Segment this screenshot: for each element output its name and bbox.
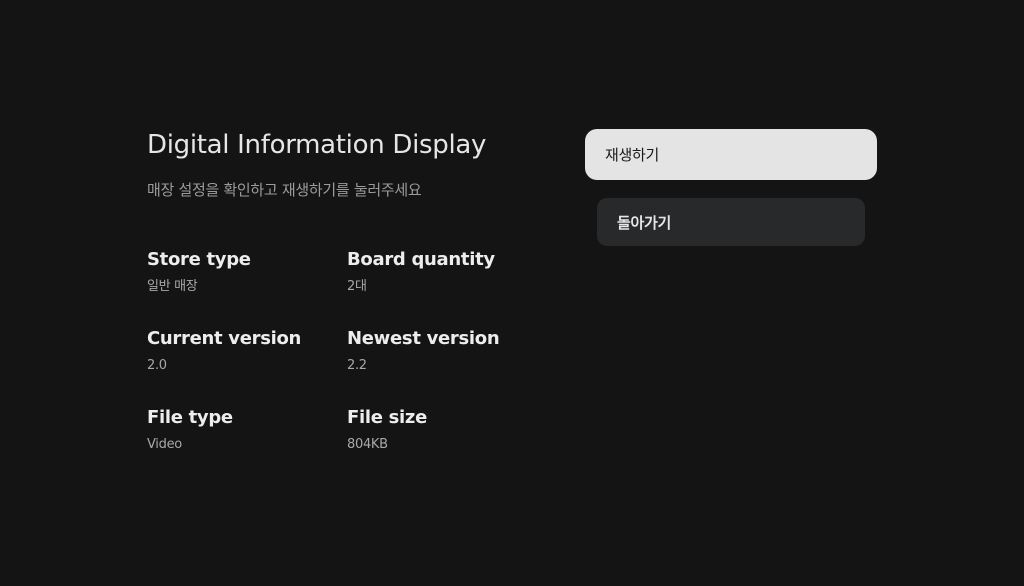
newest-version-label: Newest version (347, 328, 500, 349)
info-file-type: File type Video (147, 406, 337, 454)
store-type-value: 일반 매장 (147, 279, 198, 294)
info-file-size: File size 804KB (347, 406, 537, 454)
info-board-quantity: Board quantity 2대 (347, 248, 537, 296)
play-button-label: 재생하기 (605, 146, 660, 164)
info-current-version: Current version 2.0 (147, 327, 337, 375)
newest-version-value: 2.2 (347, 358, 367, 373)
current-version-label: Current version (147, 328, 302, 349)
page-title: Digital Information Display (147, 130, 487, 160)
file-type-value: Video (147, 437, 182, 452)
current-version-value: 2.0 (147, 358, 167, 373)
info-newest-version: Newest version 2.2 (347, 327, 537, 375)
back-button-label: 돌아가기 (617, 213, 672, 232)
board-quantity-value: 2대 (347, 279, 367, 294)
page-subtitle: 매장 설정을 확인하고 재생하기를 눌러주세요 (147, 181, 422, 199)
info-store-type: Store type 일반 매장 (147, 248, 337, 296)
file-size-value: 804KB (347, 437, 388, 452)
store-type-label: Store type (147, 249, 251, 270)
board-quantity-label: Board quantity (347, 249, 495, 270)
file-type-label: File type (147, 407, 233, 428)
back-button[interactable]: 돌아가기 (597, 198, 865, 246)
play-button[interactable]: 재생하기 (585, 129, 877, 180)
file-size-label: File size (347, 407, 427, 428)
